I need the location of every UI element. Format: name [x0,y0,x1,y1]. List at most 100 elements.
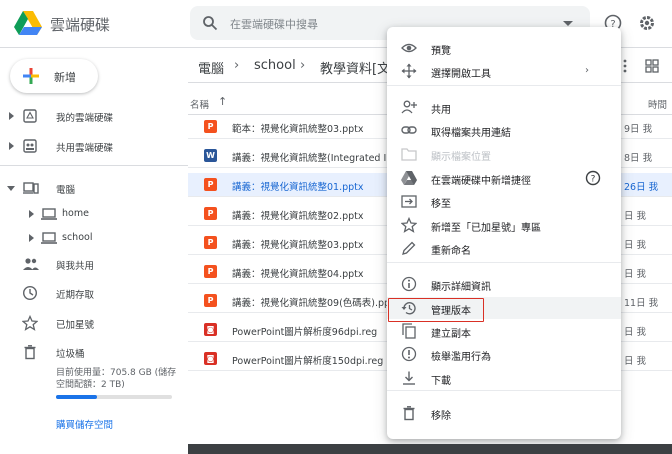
grid-view-icon[interactable] [644,58,660,74]
menu-item-label: 顯示檔案位置 [431,152,491,163]
file-name: 講義：視覺化資訊統整04.pptx [232,269,364,280]
collapse-arrow-icon[interactable] [7,186,15,191]
move-to-icon [401,195,417,208]
folder-icon [401,148,417,161]
column-name[interactable]: 名稱 [190,97,209,111]
file-name: 範本：視覺化資訊統整03.pptx [232,124,364,135]
star-icon [22,315,38,331]
sidebar-item-label: 我的雲端硬碟 [56,113,114,124]
storage-usage-bar [56,395,172,399]
menu-item[interactable]: 移除 [387,402,621,424]
menu-item[interactable]: 新增至「已加星號」專區 [387,214,621,236]
powerpoint-file-icon: P [204,120,217,133]
file-modified-date: 8日 我 [624,153,653,164]
link-icon [401,126,417,134]
more-vert-icon[interactable] [620,58,630,74]
app-title: 雲端硬碟 [50,16,111,34]
menu-item: 顯示檔案位置 [387,143,621,165]
sidebar-item-recent[interactable]: 近期存取 [0,282,188,304]
download-icon [403,371,415,385]
report-icon [401,346,417,362]
search-input[interactable]: 在雲端硬碟中搜尋 [230,16,318,32]
sort-arrow-up-icon[interactable]: ↑ [218,95,227,108]
sidebar-item-shared-with-me[interactable]: 與我共用 [0,253,188,275]
sidebar-item-trash[interactable]: 垃圾桶 [0,341,188,363]
sidebar-item-label: 已加星號 [56,320,95,331]
file-modified-date: 26日 我 [624,182,659,193]
menu-item-label: 共用 [431,105,451,116]
sidebar-item-label: 近期存取 [56,290,95,301]
chevron-right-icon: › [300,58,306,73]
file-modified-date: 11日 我 [624,298,659,309]
menu-separator [387,85,621,86]
search-options-icon[interactable] [563,21,573,26]
new-button-label: 新增 [54,71,76,84]
breadcrumb-item[interactable]: 教學資料[文 [320,58,390,77]
computer-icon [23,182,39,194]
annotation-highlight-box [388,298,484,322]
expand-arrow-icon[interactable] [9,112,14,120]
copy-icon [402,323,416,339]
menu-item[interactable]: 共用 [387,96,621,118]
menu-item-label: 在雲端硬碟中新增捷徑 [431,176,531,187]
breadcrumb-item[interactable]: school [254,58,296,73]
laptop-icon [41,232,57,244]
pencil-icon [402,241,416,255]
drive-logo-icon[interactable] [14,10,42,36]
menu-separator [387,262,621,263]
sidebar-item-label: 電腦 [56,185,76,196]
menu-item[interactable]: 檢舉濫用行為 [387,343,621,365]
menu-item-label: 檢舉濫用行為 [431,352,491,363]
trash-icon [403,406,415,421]
menu-item[interactable]: 在雲端硬碟中新增捷徑? [387,167,621,189]
sidebar-item-starred[interactable]: 已加星號 [0,312,188,334]
storage-usage-text: 目前使用量：705.8 GB (儲存空間配額：2 TB) [56,368,177,390]
sidebar-item-shared-drives[interactable]: 共用雲端硬碟 [0,135,188,157]
expand-arrow-icon[interactable] [29,234,34,242]
sidebar-divider [0,165,188,166]
powerpoint-file-icon: P [204,294,217,307]
powerpoint-file-icon: P [204,207,217,220]
new-button[interactable]: 新增 [10,59,98,93]
help-icon[interactable]: ? [585,170,601,186]
file-modified-date: 9日 我 [624,124,653,135]
registry-file-icon: ◙ [204,352,217,365]
drive-shortcut-icon [401,171,417,185]
sidebar-item-label: 共用雲端硬碟 [56,143,114,154]
powerpoint-file-icon: P [204,236,217,249]
menu-item[interactable]: 取得檔案共用連結 [387,119,621,141]
powerpoint-file-icon: P [204,178,217,191]
file-name: 講義：視覺化資訊統整(Integrated In [232,153,393,164]
sidebar-item-label: school [62,232,93,243]
expand-arrow-icon[interactable] [9,142,14,150]
file-name: PowerPoint圖片解析度96dpi.reg [232,327,378,338]
sidebar-item-computers[interactable]: 電腦 [0,177,188,199]
buy-storage-link[interactable]: 購買儲存空間 [56,417,113,431]
search-icon[interactable] [202,15,218,31]
menu-item[interactable]: 顯示詳細資訊 [387,273,621,295]
menu-item[interactable]: 移至 [387,190,621,212]
menu-item-label: 取得檔案共用連結 [431,128,511,139]
menu-item-label: 選擇開啟工具 [431,69,491,80]
column-modified[interactable]: 時間 [648,97,667,111]
clock-icon [22,285,38,301]
sidebar-item-home[interactable]: home [0,203,188,225]
menu-item[interactable]: 下載 [387,367,621,389]
expand-arrow-icon[interactable] [29,210,34,218]
menu-item[interactable]: 重新命名 [387,237,621,259]
sidebar-item-school[interactable]: school [0,227,188,249]
sidebar-item-my-drive[interactable]: 我的雲端硬碟 [0,105,188,127]
sidebar-item-label: 垃圾桶 [56,349,85,360]
menu-item[interactable]: 選擇開啟工具 › [387,60,621,82]
settings-gear-icon[interactable] [638,14,656,32]
breadcrumb-item[interactable]: 電腦 [198,58,224,77]
svg-text:?: ? [591,175,596,185]
menu-item[interactable]: 預覽 [387,37,621,59]
menu-item[interactable]: 建立副本 [387,320,621,342]
trash-icon [24,345,36,360]
menu-separator [387,390,621,391]
menu-item-label: 下載 [431,376,451,387]
word-file-icon: W [204,149,217,162]
file-name: 講義：視覺化資訊統整02.pptx [232,211,364,222]
file-name: 講義：視覺化資訊統整09(色碼表).pp [232,298,391,309]
